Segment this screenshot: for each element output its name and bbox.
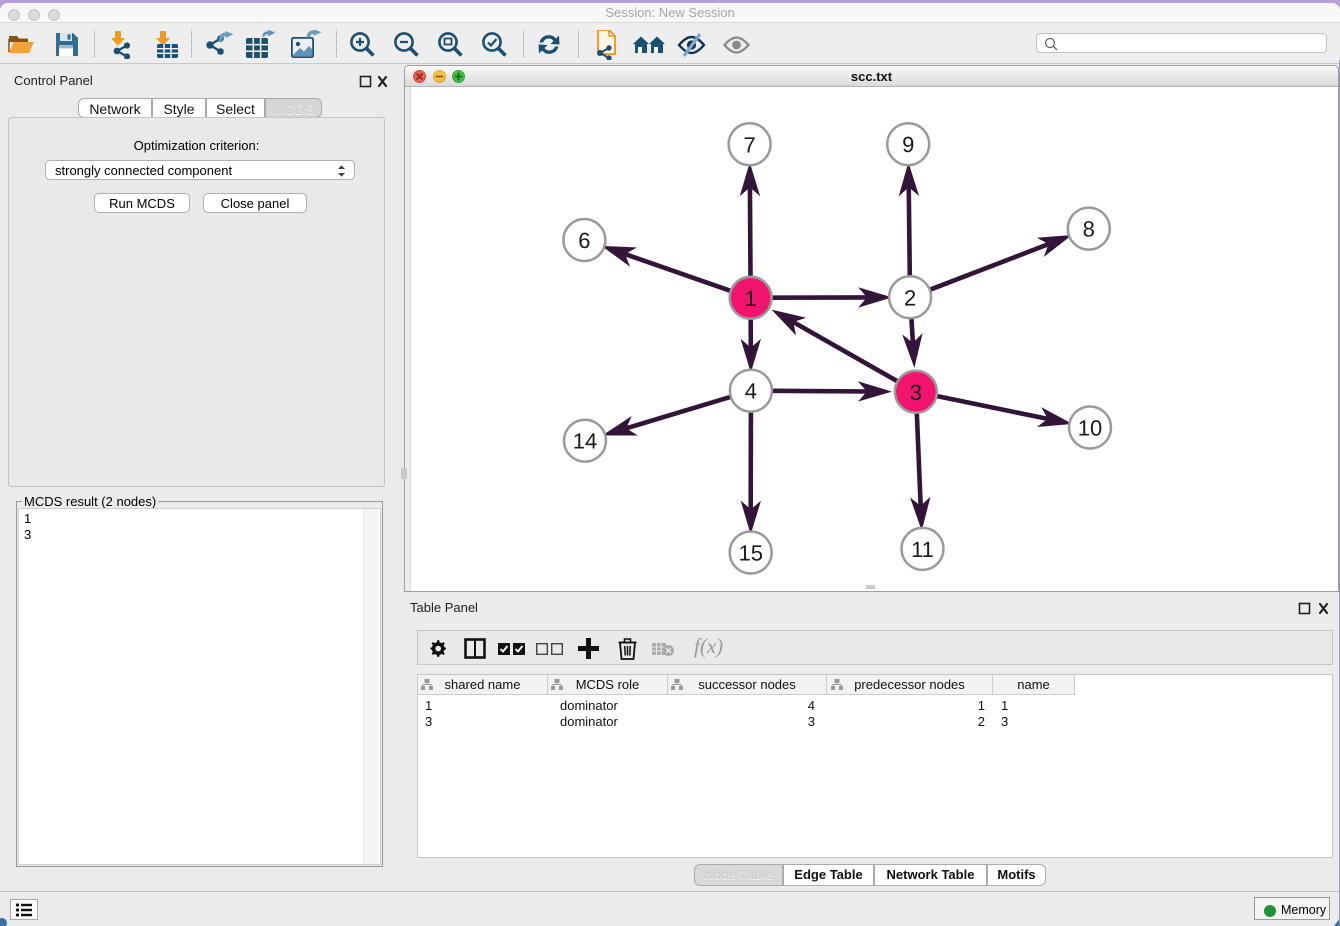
svg-text:14: 14 bbox=[573, 429, 597, 454]
svg-text:11: 11 bbox=[911, 537, 934, 562]
svg-text:1: 1 bbox=[745, 286, 757, 311]
svg-text:15: 15 bbox=[738, 541, 762, 566]
svg-text:6: 6 bbox=[578, 228, 590, 253]
svg-text:3: 3 bbox=[910, 380, 922, 405]
svg-text:2: 2 bbox=[904, 285, 916, 310]
svg-text:4: 4 bbox=[745, 379, 757, 404]
svg-text:10: 10 bbox=[1078, 416, 1102, 441]
svg-text:8: 8 bbox=[1083, 217, 1095, 242]
svg-text:9: 9 bbox=[902, 132, 914, 157]
svg-text:7: 7 bbox=[743, 132, 755, 157]
